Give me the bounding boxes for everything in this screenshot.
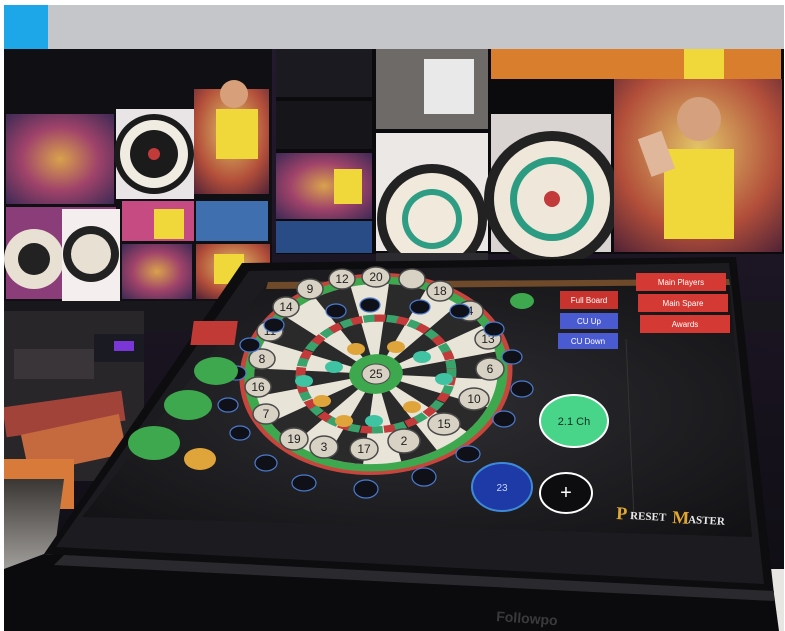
svg-text:10: 10 — [467, 392, 481, 406]
svg-text:8: 8 — [259, 352, 266, 366]
svg-text:Main Players: Main Players — [658, 278, 704, 287]
svg-text:+: + — [560, 482, 572, 504]
svg-text:RESET: RESET — [630, 510, 667, 524]
svg-text:18: 18 — [433, 284, 447, 298]
svg-text:19: 19 — [287, 432, 301, 446]
svg-text:Main Spare: Main Spare — [663, 299, 704, 308]
svg-text:15: 15 — [437, 417, 451, 431]
svg-text:23: 23 — [496, 483, 508, 494]
monitor-wall-left — [4, 49, 272, 301]
photo-dart-controller: 20 18 4 13 6 10 15 2 17 3 19 7 16 8 11 1… — [4, 49, 784, 631]
svg-text:CU Down: CU Down — [571, 337, 605, 346]
svg-text:6: 6 — [487, 362, 494, 376]
photo-svg: 20 18 4 13 6 10 15 2 17 3 19 7 16 8 11 1… — [4, 49, 784, 631]
header-accent-block — [4, 5, 48, 49]
bull-label: 25 — [369, 367, 383, 381]
full-board-button: Full Board — [571, 296, 607, 305]
board-number-20: 20 — [369, 270, 383, 284]
svg-text:12: 12 — [335, 272, 349, 286]
svg-text:P: P — [616, 503, 628, 524]
svg-text:2: 2 — [401, 434, 408, 448]
svg-text:2.1 Ch: 2.1 Ch — [558, 416, 590, 428]
svg-text:Awards: Awards — [672, 320, 699, 329]
svg-text:14: 14 — [279, 300, 293, 314]
svg-text:7: 7 — [263, 407, 270, 421]
svg-text:3: 3 — [321, 440, 328, 454]
header-bar — [4, 5, 784, 49]
monitor-wall-right — [276, 49, 784, 274]
svg-text:9: 9 — [307, 282, 314, 296]
svg-text:ASTER: ASTER — [688, 514, 726, 528]
svg-text:CU Up: CU Up — [577, 317, 602, 326]
svg-text:17: 17 — [357, 442, 371, 456]
svg-text:16: 16 — [251, 380, 265, 394]
